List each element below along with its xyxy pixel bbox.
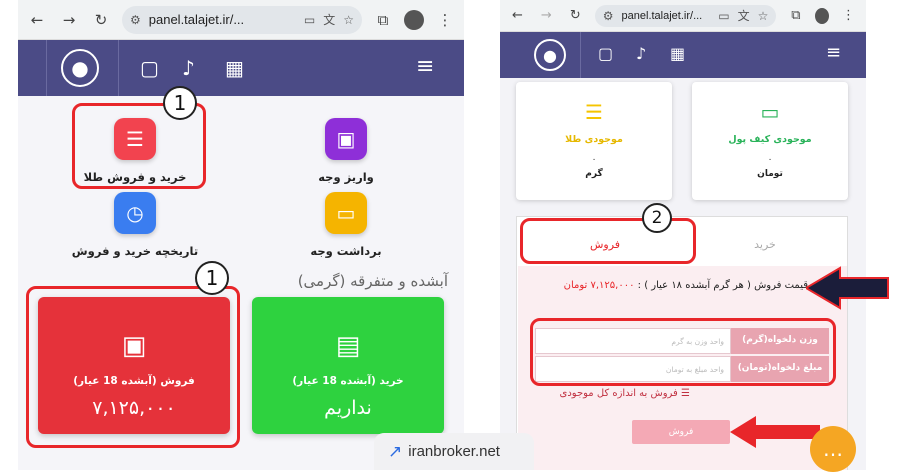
grid-icon[interactable]: ▦ [225,58,244,78]
card-unit: تومان [757,169,783,179]
chart-logo-icon: ↗ [388,441,403,461]
bell-icon[interactable]: ♪ [182,58,195,78]
app-header: ● ▢ ♪ ▦ ≡ [18,40,464,96]
tile-deposit[interactable]: ▣ واریز وجه [266,118,426,184]
wallet-icon: ▭ [760,100,780,124]
cast-icon[interactable]: ▭ [718,9,729,23]
back-icon[interactable]: ← [26,11,48,29]
site-info-icon[interactable]: ⚙ [603,9,614,23]
profile-icon[interactable]: ● [534,39,566,71]
card-value: ۰ [591,155,597,165]
star-icon[interactable]: ☆ [758,9,769,23]
more-icon[interactable]: ⋮ [839,8,858,23]
right-screenshot: ← → ↻ ⚙ panel.talajet.ir/... ▭ 文 ☆ ⧉ ⋮ ●… [500,0,866,470]
watermark: ↗ iranbroker.net [374,433,534,470]
price-label: قیمت فروش ( هر گرم آبشده ۱۸ عیار ) : [637,280,808,291]
card-title: موجودی کیف پول [728,134,812,145]
hamburger-icon[interactable]: ≡ [416,56,434,78]
tile-withdraw[interactable]: ▭ برداشت وجه [266,192,426,258]
card-unit: گرم [585,169,603,179]
browser-toolbar: ← → ↻ ⚙ panel.talajet.ir/... ▭ 文 ☆ ⧉ ⋮ [500,0,866,32]
app-header: ● ▢ ♪ ▦ ≡ [500,32,866,78]
coins-icon: ☰ [681,388,690,399]
briefcase-icon: ▣ [325,118,367,160]
step-badge: 1 [163,86,197,120]
url-text: panel.talajet.ir/... [148,12,245,27]
browser-avatar[interactable] [404,9,424,30]
tile-label: برداشت وجه [310,244,382,258]
arrow-pointer-button [730,416,820,448]
forward-icon[interactable]: → [58,11,80,29]
history-icon: ◷ [114,192,156,234]
sell-all-link[interactable]: ☰ فروش به اندازه کل موجودی [530,388,691,399]
step-badge: 1 [195,261,229,295]
support-chat-icon[interactable]: … [810,426,856,472]
section-title: آبشده و متفرقه (گرمی) [297,272,448,290]
sell-all-label: فروش به اندازه کل موجودی [559,388,678,399]
card-title: موجودی طلا [565,134,623,145]
grid-icon[interactable]: ▦ [670,44,685,64]
back-icon[interactable]: ← [508,8,527,23]
forward-icon[interactable]: → [537,8,556,23]
gold-balance-card: ☰ موجودی طلا ۰ گرم [516,82,672,200]
site-info-icon[interactable]: ⚙ [130,13,141,27]
highlight-box [530,318,836,386]
browser-toolbar: ← → ↻ ⚙ panel.talajet.ir/... ▭ 文 ☆ ⧉ ⋮ [18,0,464,40]
reload-icon[interactable]: ↻ [90,11,112,29]
highlight-box [26,286,240,448]
arrow-pointer-price [806,266,889,310]
browser-avatar[interactable] [815,7,830,24]
chat-icon[interactable]: ▢ [140,58,159,78]
address-bar[interactable]: ⚙ panel.talajet.ir/... ▭ 文 ☆ [594,4,777,27]
translate-icon[interactable]: 文 [738,7,750,24]
wallet-balance-card: ▭ موجودی کیف پول ۰ تومان [692,82,848,200]
chat-icon[interactable]: ▢ [598,44,613,64]
extensions-icon[interactable]: ⧉ [786,8,805,23]
tile-label: تاریخچه خرید و فروش [71,244,199,258]
cast-icon[interactable]: ▭ [304,13,315,27]
buy-card-value: نداریم [324,397,372,419]
tile-label: واریز وجه [318,170,374,184]
buy-card-title: خرید (آبشده 18 عیار) [292,375,404,387]
more-icon[interactable]: ⋮ [434,11,456,29]
left-screenshot: ← → ↻ ⚙ panel.talajet.ir/... ▭ 文 ☆ ⧉ ⋮ ●… [18,0,464,470]
star-icon[interactable]: ☆ [343,13,354,27]
coins-icon: ☰ [585,100,603,124]
reload-icon[interactable]: ↻ [566,8,585,23]
buy-card[interactable]: ▤ خرید (آبشده 18 عیار) نداریم [252,297,444,434]
extensions-icon[interactable]: ⧉ [372,11,394,29]
sell-button[interactable]: فروش [632,420,730,444]
shopping-bag-icon: ▤ [335,331,361,361]
bell-icon[interactable]: ♪ [636,44,646,64]
card-value: ۰ [767,155,773,165]
step-badge: 2 [642,203,672,233]
price-line: قیمت فروش ( هر گرم آبشده ۱۸ عیار ) : ۷,۱… [540,280,808,291]
profile-icon[interactable]: ● [61,49,99,87]
price-value: ۷,۱۲۵,۰۰۰ تومان [563,280,635,291]
tab-buy[interactable]: خرید [700,238,830,251]
translate-icon[interactable]: 文 [323,11,335,28]
watermark-text: iranbroker.net [408,443,500,460]
wallet-icon: ▭ [325,192,367,234]
hamburger-icon[interactable]: ≡ [826,43,841,63]
url-text: panel.talajet.ir/... [621,9,703,22]
tile-history[interactable]: ◷ تاریخچه خرید و فروش [55,192,215,258]
address-bar[interactable]: ⚙ panel.talajet.ir/... ▭ 文 ☆ [122,5,362,34]
